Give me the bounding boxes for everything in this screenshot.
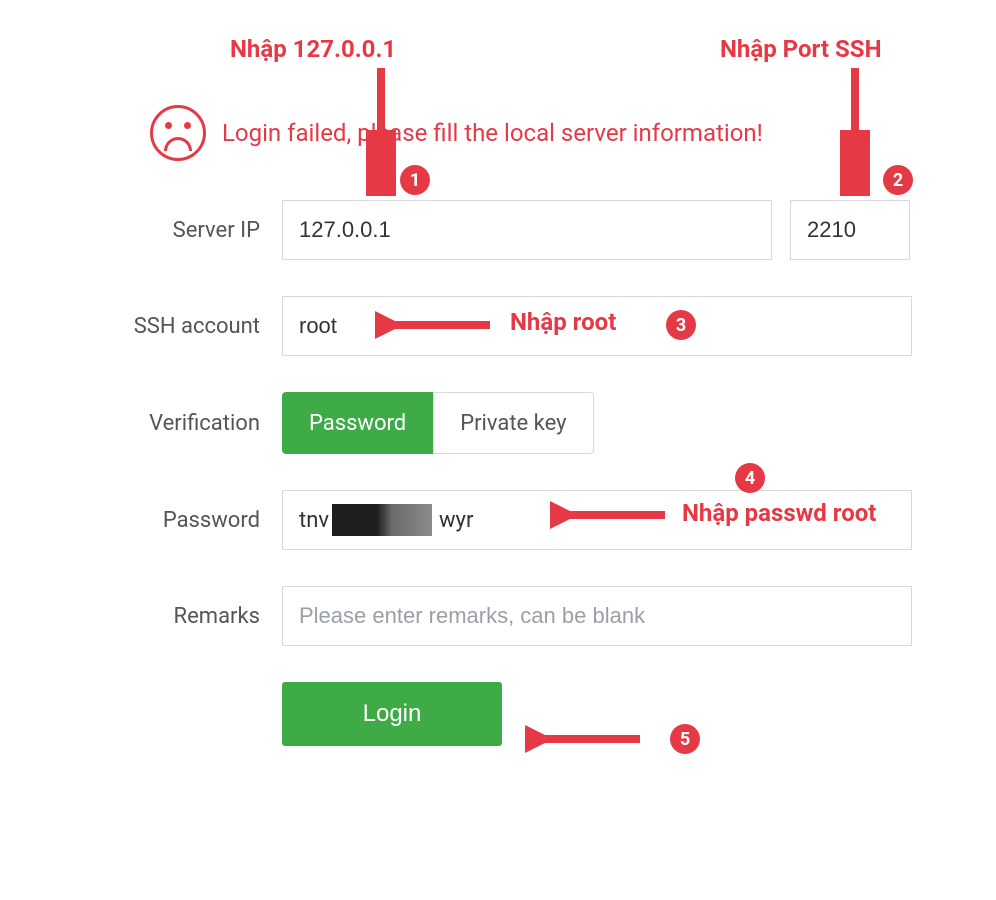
- row-verification: Verification Password Private key: [60, 392, 940, 454]
- password-prefix: tnv: [299, 508, 329, 533]
- row-password: Password tnv wyr: [60, 490, 940, 550]
- row-ssh-account: SSH account: [60, 296, 940, 356]
- tab-private-key[interactable]: Private key: [433, 392, 593, 454]
- label-password: Password: [60, 508, 282, 533]
- row-server-ip: Server IP: [60, 200, 940, 260]
- label-verification: Verification: [60, 411, 282, 436]
- step-badge-1: 1: [400, 165, 430, 195]
- login-button[interactable]: Login: [282, 682, 502, 746]
- label-ssh-account: SSH account: [60, 314, 282, 339]
- annotation-port-hint: Nhập Port SSH: [720, 35, 882, 63]
- label-remarks: Remarks: [60, 604, 282, 629]
- tab-password[interactable]: Password: [282, 392, 433, 454]
- annotation-ip-hint: Nhập 127.0.0.1: [230, 35, 396, 63]
- ssh-account-input[interactable]: [282, 296, 912, 356]
- arrow-down-icon: [840, 68, 870, 196]
- sad-face-icon: [150, 105, 206, 161]
- row-submit: Login: [60, 682, 940, 746]
- login-error: Login failed, please fill the local serv…: [150, 105, 763, 161]
- step-badge-2: 2: [883, 165, 913, 195]
- remarks-input[interactable]: [282, 586, 912, 646]
- verification-tabs: Password Private key: [282, 392, 594, 454]
- label-server-ip: Server IP: [60, 218, 282, 243]
- ssh-port-input[interactable]: [790, 200, 910, 260]
- server-ip-input[interactable]: [282, 200, 772, 260]
- row-remarks: Remarks: [60, 586, 940, 646]
- password-suffix: wyr: [439, 508, 473, 533]
- password-input[interactable]: tnv wyr: [282, 490, 912, 550]
- login-error-message: Login failed, please fill the local serv…: [222, 119, 763, 147]
- server-login-form: Server IP SSH account Verification Passw…: [60, 200, 940, 782]
